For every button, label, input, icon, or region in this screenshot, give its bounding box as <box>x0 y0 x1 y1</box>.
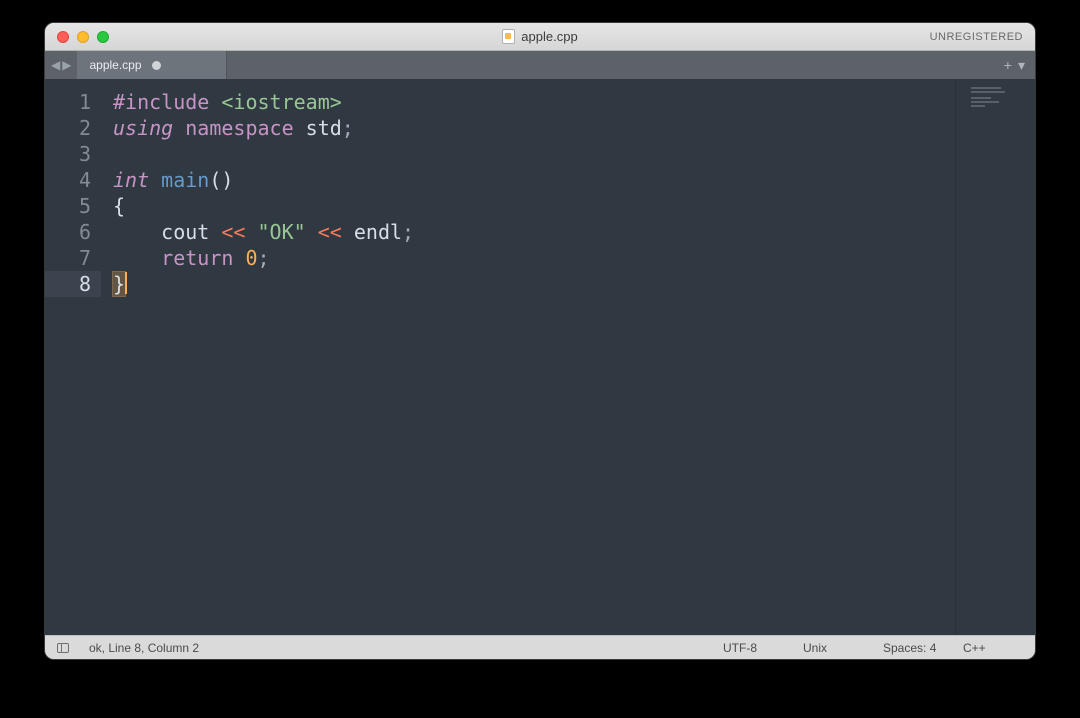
code-line[interactable]: { <box>113 193 955 219</box>
unregistered-label: UNREGISTERED <box>930 31 1023 43</box>
line-number-gutter[interactable]: 12345678 <box>45 79 101 635</box>
line-number[interactable]: 6 <box>45 219 91 245</box>
tab-bar: ◀ ▶ apple.cpp + ▾ <box>45 51 1035 79</box>
zoom-icon[interactable] <box>97 31 109 43</box>
nav-back-icon[interactable]: ◀ <box>51 58 60 72</box>
line-number[interactable]: 1 <box>45 89 91 115</box>
tab-history-nav: ◀ ▶ <box>45 51 77 79</box>
scrollbar-track[interactable] <box>1021 79 1035 635</box>
code-line[interactable] <box>113 141 955 167</box>
minimap-content <box>971 87 1011 107</box>
editor-window: apple.cpp UNREGISTERED ◀ ▶ apple.cpp + ▾… <box>44 22 1036 660</box>
status-indent[interactable]: Spaces: 4 <box>883 641 943 655</box>
nav-forward-icon[interactable]: ▶ <box>62 58 71 72</box>
file-icon <box>502 29 515 44</box>
text-cursor <box>125 272 127 294</box>
code-line[interactable]: } <box>113 271 955 297</box>
code-line[interactable]: cout << "OK" << endl; <box>113 219 955 245</box>
status-position[interactable]: ok, Line 8, Column 2 <box>89 641 199 655</box>
line-number[interactable]: 2 <box>45 115 91 141</box>
code-line[interactable]: #include <iostream> <box>113 89 955 115</box>
minimize-icon[interactable] <box>77 31 89 43</box>
status-line-ending[interactable]: Unix <box>803 641 863 655</box>
close-icon[interactable] <box>57 31 69 43</box>
code-area[interactable]: #include <iostream>using namespace std; i… <box>101 79 955 635</box>
status-encoding[interactable]: UTF-8 <box>723 641 783 655</box>
code-line[interactable]: int main() <box>113 167 955 193</box>
window-controls <box>45 31 109 43</box>
line-number[interactable]: 3 <box>45 141 91 167</box>
titlebar[interactable]: apple.cpp UNREGISTERED <box>45 23 1035 51</box>
line-number[interactable]: 7 <box>45 245 91 271</box>
line-number[interactable]: 4 <box>45 167 91 193</box>
window-title-text: apple.cpp <box>521 29 577 44</box>
status-syntax[interactable]: C++ <box>963 641 1023 655</box>
tab-menu-icon[interactable]: ▾ <box>1018 57 1025 74</box>
tab-apple-cpp[interactable]: apple.cpp <box>77 51 227 79</box>
code-line[interactable]: return 0; <box>113 245 955 271</box>
line-number[interactable]: 5 <box>45 193 91 219</box>
code-line[interactable]: using namespace std; <box>113 115 955 141</box>
window-title: apple.cpp <box>45 29 1035 44</box>
dirty-indicator-icon <box>152 61 161 70</box>
editor-area: 12345678 #include <iostream>using namesp… <box>45 79 1035 635</box>
line-number[interactable]: 8 <box>45 271 101 297</box>
panel-switch-icon[interactable] <box>57 643 69 653</box>
minimap[interactable] <box>955 79 1021 635</box>
new-tab-icon[interactable]: + <box>1004 57 1012 73</box>
tab-label: apple.cpp <box>89 58 141 72</box>
status-bar: ok, Line 8, Column 2 UTF-8 Unix Spaces: … <box>45 635 1035 659</box>
